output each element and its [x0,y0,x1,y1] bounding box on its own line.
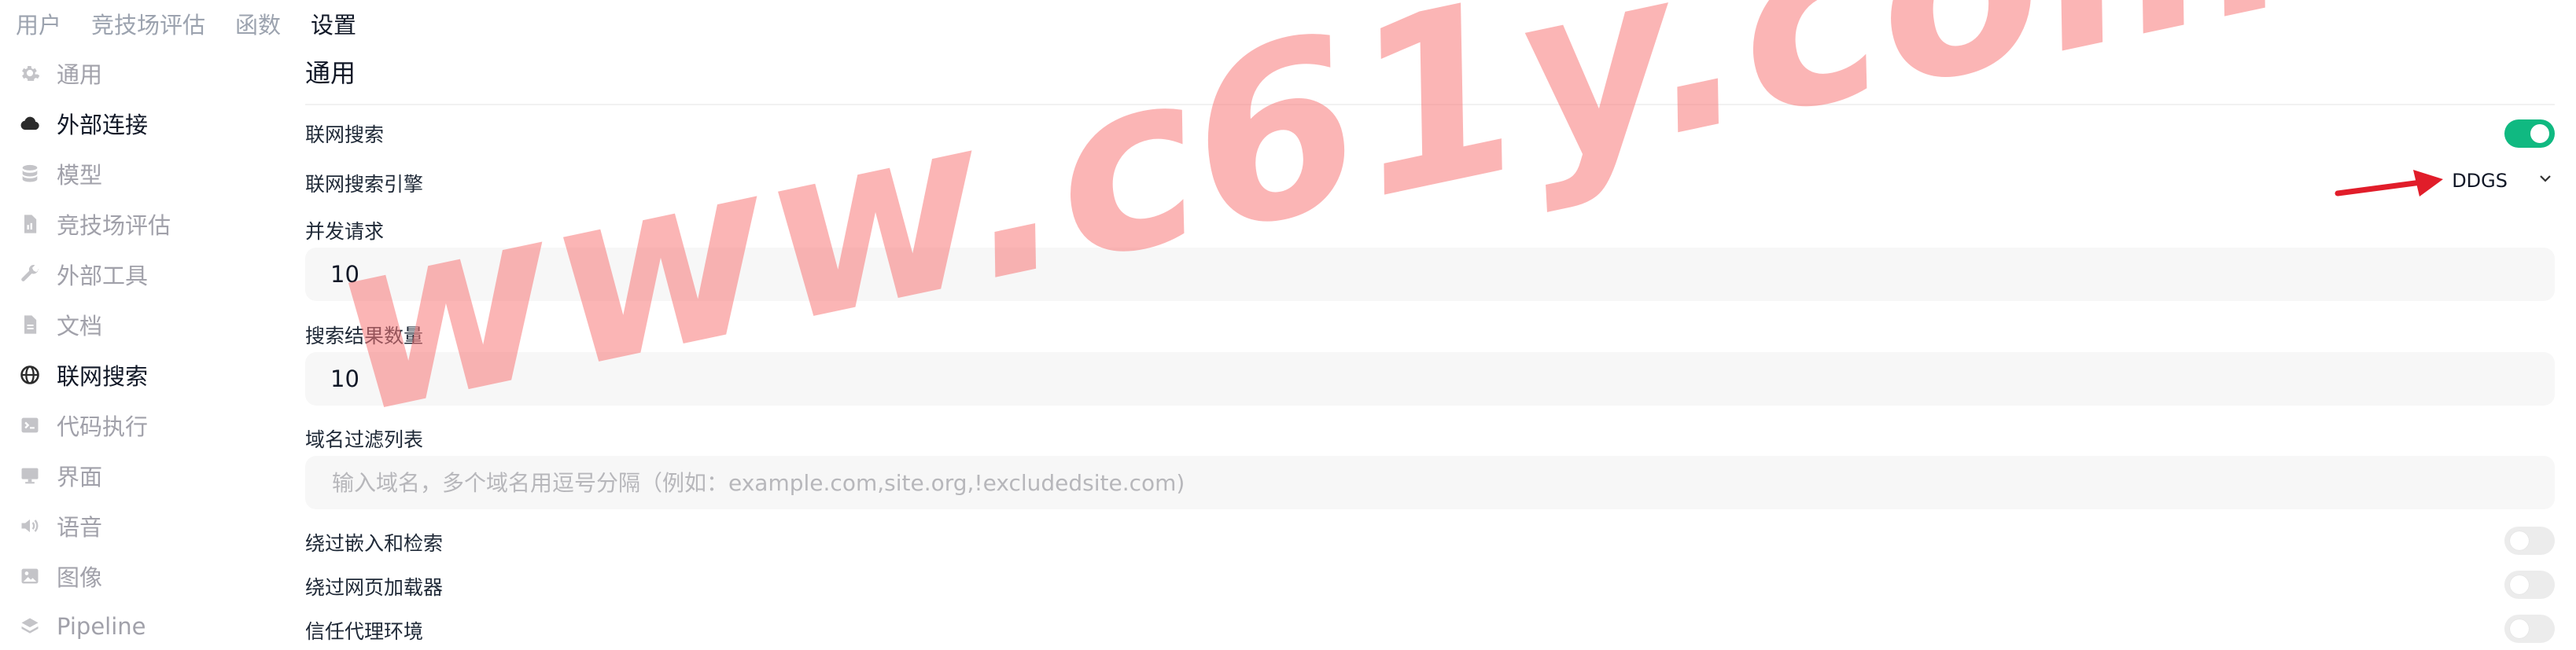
globe-icon [19,364,41,386]
section-divider [305,104,2555,105]
section-title: 通用 [305,58,356,88]
sidebar-item-interface[interactable]: 界面 [19,457,102,494]
sidebar-item-models[interactable]: 模型 [19,155,102,193]
gear-icon [19,62,41,84]
speaker-icon [19,515,41,537]
tab-arena[interactable]: 竞技场评估 [91,8,205,42]
sidebar-item-label: 联网搜索 [57,363,149,390]
domain-filter-input[interactable] [330,468,2555,497]
result-count-label: 搜索结果数量 [305,325,424,347]
trust-proxy-label: 信任代理环境 [305,620,424,643]
sidebar-item-label: 竞技场评估 [57,212,171,239]
settings-window: 用户 竞技场评估 函数 设置 通用 外部连接 模型 竞技场评估 外部工具 文档 … [0,0,2576,650]
image-icon [19,565,41,587]
bypass-embedding-toggle[interactable] [2504,527,2555,555]
sidebar-item-web-search[interactable]: 联网搜索 [19,356,148,394]
chevron-down-icon [2536,169,2555,193]
web-search-label: 联网搜索 [305,123,385,146]
sidebar-item-images[interactable]: 图像 [19,557,102,595]
monitor-icon [19,465,41,487]
bypass-loader-label: 绕过网页加载器 [305,576,444,599]
engine-select[interactable]: DDGS [2452,165,2555,196]
tab-functions[interactable]: 函数 [235,8,281,42]
result-count-input[interactable]: 10 [305,352,2555,406]
toggle-knob [2510,531,2529,550]
toggle-knob [2530,124,2549,143]
layers-icon [19,615,41,637]
sidebar-item-code-execution[interactable]: 代码执行 [19,406,148,444]
sidebar-item-arena[interactable]: 竞技场评估 [19,205,171,243]
bypass-embedding-label: 绕过嵌入和检索 [305,532,444,555]
sidebar-item-label: 界面 [57,464,103,490]
toggle-knob [2510,575,2529,594]
bypass-loader-toggle[interactable] [2504,571,2555,599]
sidebar-item-label: 通用 [57,61,103,88]
sidebar-item-general[interactable]: 通用 [19,54,102,92]
document-icon [19,314,41,336]
domain-filter-label: 域名过滤列表 [305,428,424,451]
sidebar-item-documents[interactable]: 文档 [19,306,102,343]
toggle-knob [2510,619,2529,638]
engine-select-value: DDGS [2452,170,2508,192]
top-tabs: 用户 竞技场评估 函数 设置 [16,8,356,42]
trust-proxy-toggle[interactable] [2504,615,2555,643]
annotation-arrow-icon [2335,170,2443,196]
sidebar-item-audio[interactable]: 语音 [19,507,102,545]
concurrent-requests-input[interactable]: 10 [305,248,2555,301]
domain-filter-field[interactable] [305,456,2555,509]
sidebar-item-label: Pipeline [57,613,146,640]
sidebar-item-label: 外部连接 [57,112,149,138]
sidebar-item-label: 图像 [57,564,103,591]
web-search-toggle[interactable] [2504,119,2555,148]
sidebar-item-label: 外部工具 [57,263,149,289]
tab-users[interactable]: 用户 [16,8,61,42]
terminal-icon [19,414,41,436]
database-icon [19,163,41,185]
sidebar-item-label: 文档 [57,313,103,340]
sidebar-item-pipeline[interactable]: Pipeline [19,608,146,645]
wrench-icon [19,263,41,285]
result-count-value: 10 [330,365,359,392]
web-search-settings-panel: 通用 联网搜索 联网搜索引擎 DDGS 并发请求 10 搜索结果数量 10 域名… [305,47,2555,650]
cloud-icon [19,112,41,134]
concurrent-requests-label: 并发请求 [305,220,385,243]
tab-settings[interactable]: 设置 [311,8,356,42]
sidebar-item-external-connections[interactable]: 外部连接 [19,105,148,142]
sidebar-item-label: 模型 [57,162,103,189]
sidebar-item-external-tools[interactable]: 外部工具 [19,255,148,293]
sidebar-item-label: 语音 [57,514,103,541]
document-chart-icon [19,213,41,235]
engine-label: 联网搜索引擎 [305,173,424,196]
concurrent-requests-value: 10 [330,261,359,288]
sidebar-item-label: 代码执行 [57,413,149,440]
